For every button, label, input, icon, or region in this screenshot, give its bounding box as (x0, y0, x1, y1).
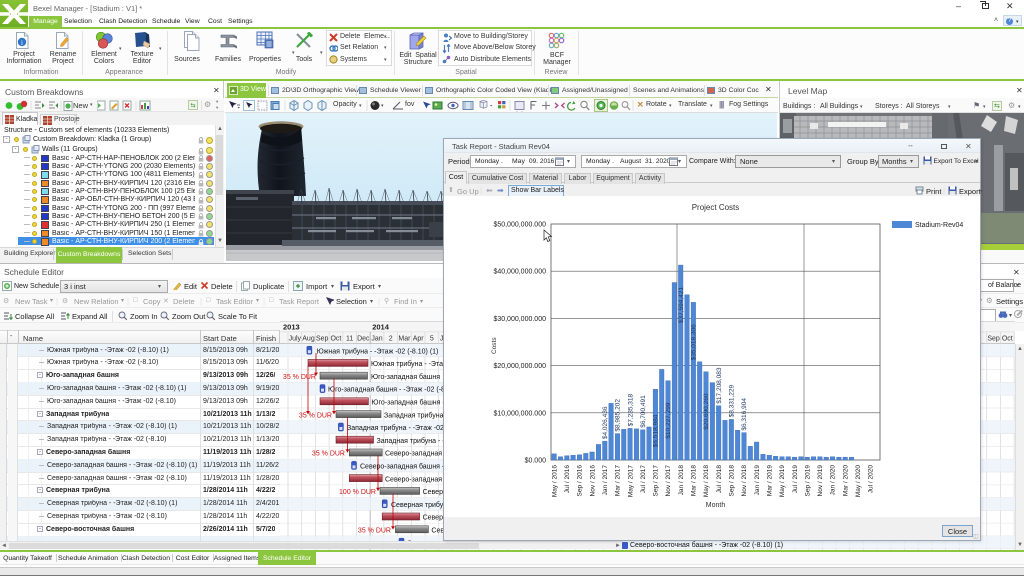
svg-text:$6,316,904: $6,316,904 (741, 398, 748, 431)
svg-text:Jul / 2017: Jul / 2017 (640, 465, 647, 494)
svg-text:$20,690,260: $20,690,260 (703, 393, 710, 430)
svg-text:Sep / 2018: Sep / 2018 (729, 465, 736, 497)
svg-text:$30,000,000.000: $30,000,000.000 (493, 316, 546, 323)
svg-text:May / 2018: May / 2018 (703, 465, 710, 498)
svg-text:Jan / 2017: Jan / 2017 (602, 465, 609, 496)
svg-text:$6,700,491: $6,700,491 (640, 395, 647, 428)
svg-text:Jul / 2016: Jul / 2016 (564, 465, 571, 494)
svg-text:i: i (21, 39, 23, 47)
svg-text:35 % DUR: 35 % DUR (312, 451, 345, 458)
svg-text:$6,518,984: $6,518,984 (653, 414, 660, 447)
svg-text:$8,985,202: $8,985,202 (615, 399, 622, 432)
svg-text:Nov / 2017: Nov / 2017 (665, 465, 672, 497)
svg-text:Sep / 2016: Sep / 2016 (577, 465, 584, 497)
svg-text:100 % DUR: 100 % DUR (339, 489, 376, 496)
svg-text:Sep: Sep (316, 336, 329, 343)
svg-text:35 % DUR: 35 % DUR (358, 528, 391, 535)
svg-text:May / 2019: May / 2019 (779, 465, 786, 498)
svg-text:35 % DUR: 35 % DUR (299, 412, 332, 419)
svg-text:$35,018,306: $35,018,306 (691, 324, 698, 361)
svg-text:Mar / 2017: Mar / 2017 (615, 465, 622, 496)
svg-text:Month: Month (706, 502, 726, 509)
svg-text:Mar / 2018: Mar / 2018 (691, 465, 698, 496)
svg-text:$4,026,436: $4,026,436 (602, 406, 609, 439)
svg-text:Jan / 2019: Jan / 2019 (754, 465, 761, 496)
svg-text:$8,331,229: $8,331,229 (729, 384, 736, 417)
svg-text:Oct: Oct (1002, 336, 1013, 343)
svg-text:2014: 2014 (372, 323, 390, 332)
svg-text:$50,000,000.000: $50,000,000.000 (493, 222, 546, 229)
svg-text:Nov / 2018: Nov / 2018 (741, 465, 748, 497)
svg-text:Nov / 2016: Nov / 2016 (589, 465, 596, 497)
svg-text:Jul / 2019: Jul / 2019 (792, 465, 799, 494)
svg-text:Aug: Aug (302, 336, 315, 343)
svg-text:$17,208,083: $17,208,083 (716, 367, 723, 404)
svg-text:2: 2 (389, 336, 393, 343)
svg-text:Costs: Costs (491, 337, 498, 354)
svg-text:35 % DUR: 35 % DUR (283, 374, 316, 381)
svg-text:5: 5 (430, 336, 434, 343)
svg-text:Oct: Oct (330, 336, 341, 343)
svg-text:Mar / 2019: Mar / 2019 (767, 465, 774, 496)
svg-text:11: 11 (346, 336, 353, 343)
svg-text:Apr: Apr (413, 336, 425, 343)
svg-text:Jul / 2018: Jul / 2018 (716, 465, 723, 494)
svg-text:Западная трибуна: Западная трибуна (384, 411, 444, 419)
svg-text:Mar: Mar (398, 336, 411, 343)
svg-text:Юго-западная башня: Юго-западная башня (371, 373, 440, 381)
svg-text:$0.000: $0.000 (525, 458, 547, 465)
svg-text:Sep: Sep (987, 336, 1000, 343)
svg-text:$20,000,000.000: $20,000,000.000 (493, 363, 546, 370)
svg-text:Jan: Jan (371, 336, 382, 343)
svg-text:$40,000,000.000: $40,000,000.000 (493, 269, 546, 276)
svg-text:$10,227,299: $10,227,299 (665, 402, 672, 439)
svg-text:May / 2017: May / 2017 (627, 465, 634, 498)
svg-text:$7,235,318: $7,235,318 (627, 393, 634, 426)
svg-text:Nov / 2019: Nov / 2019 (817, 465, 824, 497)
svg-text:May / 2020: May / 2020 (855, 465, 862, 498)
svg-text:Stadium-Rev04: Stadium-Rev04 (915, 222, 963, 229)
svg-text:2013: 2013 (283, 323, 300, 332)
svg-text:$37,594,421: $37,594,421 (678, 287, 685, 324)
svg-text:Sep / 2017: Sep / 2017 (653, 465, 660, 497)
svg-text:Sep / 2019: Sep / 2019 (804, 465, 811, 497)
svg-text:Jan / 2020: Jan / 2020 (830, 465, 837, 496)
svg-text:Южная трибуна - -Этаж -02 (-8.: Южная трибуна - -Этаж -02 (-8.10) (1) (317, 347, 439, 355)
svg-text:Jul / 2020: Jul / 2020 (868, 465, 875, 494)
svg-text:July: July (289, 336, 302, 343)
svg-text:Dec: Dec (357, 336, 370, 343)
svg-text:Project Costs: Project Costs (692, 203, 740, 212)
svg-text:$10,000,000.000: $10,000,000.000 (493, 410, 546, 417)
svg-text:Mar / 2020: Mar / 2020 (842, 465, 849, 496)
svg-text:May / 2016: May / 2016 (551, 465, 558, 498)
svg-text:Jan / 2018: Jan / 2018 (678, 465, 685, 496)
